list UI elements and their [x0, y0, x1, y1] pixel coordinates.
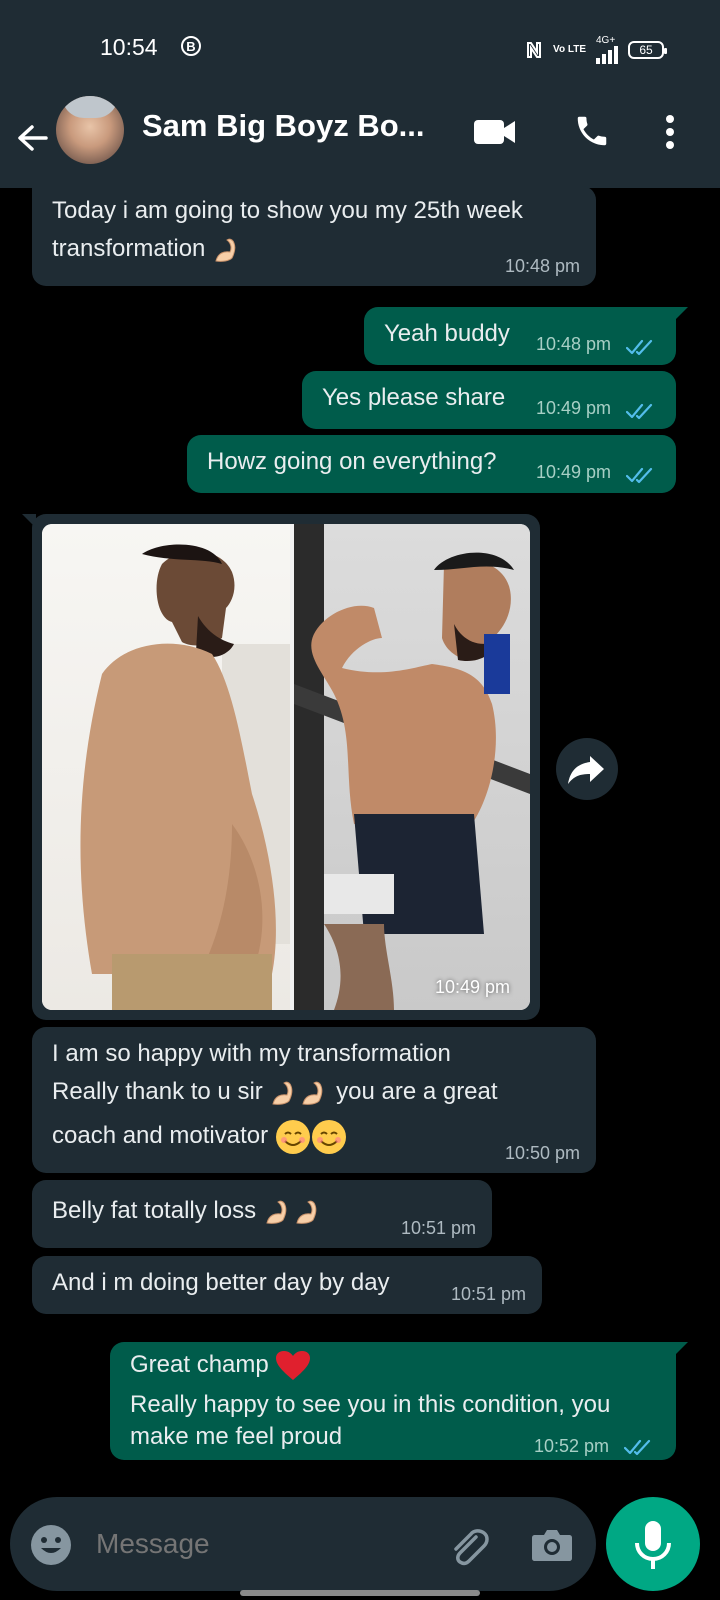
before-figure-illustration — [80, 544, 290, 1010]
message-text-line: you are a great — [336, 1078, 498, 1105]
read-ticks-icon — [626, 339, 653, 356]
bubble-tail — [22, 514, 36, 528]
chat-title[interactable]: Sam Big Boyz Bo... — [142, 108, 424, 144]
emoji-icon[interactable] — [30, 1524, 72, 1566]
after-figure-illustration — [294, 524, 530, 1010]
message-text: Yeah buddy — [384, 320, 510, 347]
message-bubble-incoming[interactable]: I am so happy with my transformation Rea… — [32, 1027, 596, 1173]
flexed-biceps-emoji-icon — [266, 1200, 287, 1224]
phone-icon[interactable] — [573, 112, 611, 150]
nfc-icon — [527, 42, 542, 58]
home-indicator[interactable] — [240, 1590, 480, 1596]
read-ticks-icon — [626, 403, 653, 420]
message-time: 10:51 pm — [400, 1218, 476, 1238]
volte-indicator: Vo LTE — [553, 44, 586, 55]
message-text-line: transformation — [52, 235, 206, 262]
status-bar: 10:54 B Vo LTE 4G+ 65 — [0, 0, 720, 92]
message-time: 10:51 pm — [450, 1284, 526, 1304]
forward-icon — [568, 756, 604, 784]
bubble-tail — [674, 1342, 688, 1356]
message-time: 10:52 pm — [534, 1436, 610, 1456]
bubble-tail — [674, 307, 688, 321]
status-indicators: Vo LTE 4G+ 65 — [525, 35, 667, 64]
message-text: Really thank to u sir you are a great — [52, 1073, 498, 1110]
message-text: Howz going on everything? — [207, 448, 497, 475]
forward-button[interactable] — [556, 738, 618, 800]
message-bubble-incoming[interactable]: Belly fat totally loss 10:51 pm — [32, 1180, 492, 1248]
message-text: Great champ — [130, 1346, 311, 1383]
message-time: 10:50 pm — [504, 1143, 580, 1163]
business-badge-icon: B — [181, 36, 201, 56]
message-bubble-incoming[interactable]: And i m doing better day by day 10:51 pm — [32, 1256, 542, 1314]
flexed-biceps-emoji-icon — [296, 1200, 317, 1224]
message-text: I am so happy with my transformation — [52, 1040, 451, 1067]
status-time: 10:54 — [100, 34, 158, 60]
message-text: Yes please share — [322, 384, 506, 411]
signal-icon — [596, 46, 618, 64]
more-vert-icon[interactable] — [665, 114, 675, 150]
message-text-line: Belly fat totally loss — [52, 1197, 257, 1224]
message-time: 10:48 pm — [536, 334, 612, 354]
message-text: Today i am going to show you my 25th wee… — [52, 197, 523, 224]
message-bubble-outgoing[interactable]: Yeah buddy 10:48 pm — [364, 307, 688, 365]
smiling-face-emoji-icon — [275, 1119, 310, 1154]
battery-level: 65 — [639, 43, 653, 57]
message-text: make me feel proud — [130, 1423, 343, 1450]
message-text-line: Great champ — [130, 1351, 269, 1378]
red-heart-emoji-icon — [276, 1350, 311, 1380]
message-text: Belly fat totally loss — [52, 1192, 323, 1229]
read-ticks-icon — [624, 1439, 651, 1456]
message-text: And i m doing better day by day — [52, 1269, 390, 1296]
message-text-line: Really thank to u sir — [52, 1078, 263, 1105]
flexed-biceps-emoji-icon — [215, 238, 236, 262]
message-time: 10:48 pm — [504, 256, 580, 276]
back-arrow-icon[interactable] — [14, 120, 50, 156]
message-bubble-outgoing[interactable]: Great champ Really happy to see you in t… — [110, 1342, 688, 1460]
camera-icon[interactable] — [531, 1527, 573, 1563]
image-time: 10:49 pm — [434, 977, 510, 997]
message-time: 10:49 pm — [536, 462, 612, 482]
message-text: coach and motivator — [52, 1117, 347, 1155]
flexed-biceps-emoji-icon — [272, 1081, 293, 1105]
flexed-biceps-emoji-icon — [302, 1081, 323, 1105]
attach-icon[interactable] — [446, 1525, 490, 1569]
contact-avatar[interactable] — [56, 96, 124, 164]
mic-icon — [635, 1521, 671, 1569]
message-time: 10:49 pm — [536, 398, 612, 418]
chat-header: Sam Big Boyz Bo... — [0, 92, 720, 188]
video-call-icon[interactable] — [474, 118, 516, 146]
transformation-photo[interactable]: 10:49 pm — [42, 524, 530, 1010]
message-input[interactable] — [94, 1521, 428, 1567]
after-photo — [294, 524, 530, 1010]
message-text: transformation — [52, 230, 242, 267]
network-type: 4G+ — [596, 35, 616, 46]
smiling-face-emoji-icon — [311, 1119, 346, 1154]
before-photo — [42, 524, 290, 1010]
mic-button[interactable] — [606, 1497, 700, 1591]
read-ticks-icon — [626, 467, 653, 484]
message-bubble-outgoing[interactable]: Yes please share 10:49 pm — [302, 371, 676, 429]
image-message-bubble[interactable]: 10:49 pm — [22, 514, 540, 1020]
message-bubble-outgoing[interactable]: Howz going on everything? 10:49 pm — [187, 435, 676, 493]
message-bubble-incoming[interactable]: Today i am going to show you my 25th wee… — [32, 186, 596, 286]
battery-icon: 65 — [628, 41, 667, 59]
message-text-line: coach and motivator — [52, 1122, 269, 1149]
message-composer — [10, 1497, 596, 1591]
